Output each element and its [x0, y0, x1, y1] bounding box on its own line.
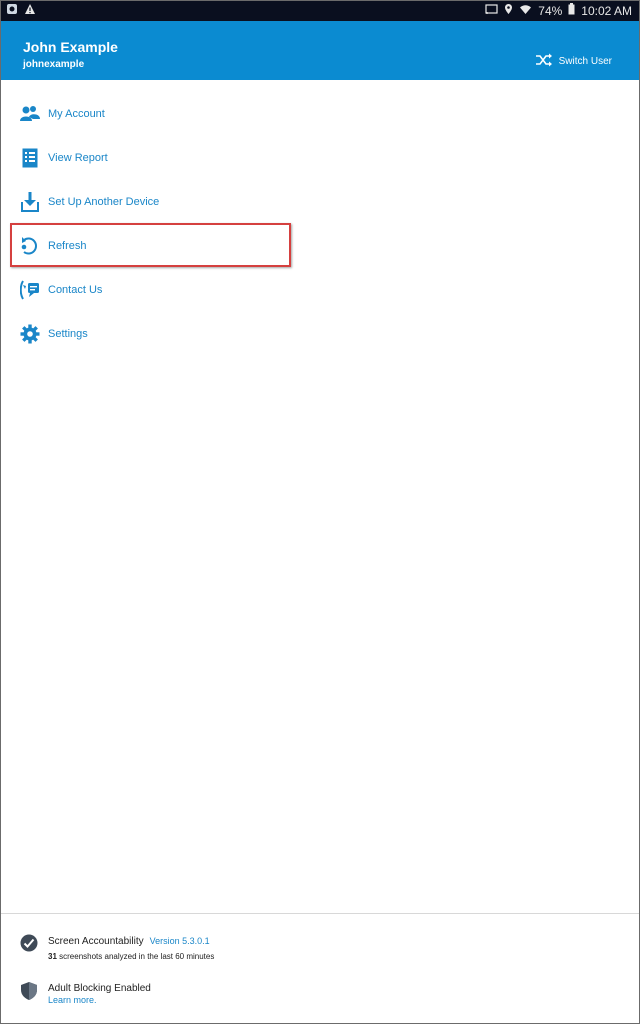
- status-footer: Screen Accountability Version 5.3.0.1 31 …: [0, 913, 640, 1025]
- battery-icon: [568, 3, 575, 18]
- menu-item-label: View Report: [48, 152, 108, 164]
- contact-icon: [20, 280, 40, 300]
- menu-item-settings[interactable]: Settings: [20, 320, 88, 348]
- notification-app-icon: [6, 3, 18, 18]
- cast-icon: [485, 3, 498, 18]
- battery-text: 74%: [538, 3, 563, 18]
- switch-user-label: Switch User: [558, 56, 612, 67]
- menu-item-my-account[interactable]: My Account: [20, 100, 105, 128]
- download-icon: [20, 192, 40, 212]
- menu-item-label: Settings: [48, 328, 88, 340]
- wifi-icon: [519, 4, 532, 18]
- menu-item-label: Set Up Another Device: [48, 196, 160, 208]
- menu-item-label: Contact Us: [48, 284, 103, 296]
- screen-accountability-row: Screen Accountability Version 5.3.0.1 31 …: [20, 934, 214, 964]
- version-label: Version 5.3.0.1: [149, 936, 210, 946]
- status-time: 10:02 AM: [581, 3, 632, 18]
- shield-icon: [20, 981, 38, 1006]
- switch-user-button[interactable]: Switch User: [535, 53, 612, 70]
- shuffle-icon: [535, 53, 553, 70]
- screenshot-text: screenshots analyzed in the last 60 minu…: [59, 952, 215, 961]
- user-username: johnexample: [23, 59, 85, 70]
- refresh-highlight-box: [10, 223, 291, 267]
- accountability-title: Screen Accountability: [48, 936, 144, 947]
- menu-item-contact-us[interactable]: Contact Us: [20, 276, 102, 304]
- account-icon: [20, 104, 40, 124]
- user-display-name: John Example: [23, 39, 118, 55]
- adult-blocking-row: Adult Blocking Enabled Learn more.: [20, 981, 151, 1008]
- check-circle-icon: [20, 934, 38, 957]
- gear-icon: [20, 324, 40, 344]
- app-header: John Example johnexample Switch User: [0, 21, 640, 80]
- menu-item-set-up-another-device[interactable]: Set Up Another Device: [20, 188, 159, 216]
- screenshot-count: 31: [48, 952, 57, 961]
- menu-item-label: My Account: [48, 108, 105, 120]
- status-bar: 74% 10:02 AM: [0, 0, 640, 21]
- menu-item-view-report[interactable]: View Report: [20, 144, 108, 172]
- location-icon: [504, 3, 513, 18]
- report-icon: [20, 148, 40, 168]
- warning-icon: [24, 3, 36, 18]
